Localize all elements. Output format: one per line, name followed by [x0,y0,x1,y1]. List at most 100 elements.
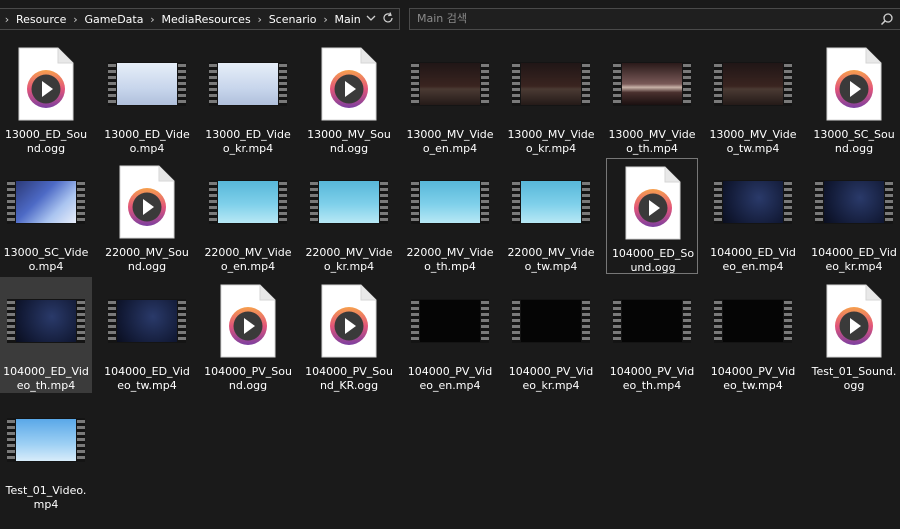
file-item[interactable]: 104000_ED_Video_tw.mp4 [101,277,193,393]
file-item[interactable]: 104000_ED_Video_en.mp4 [707,158,799,274]
audio-file-icon [220,284,276,358]
file-thumbnail [303,164,395,240]
file-name: 104000_PV_Sound_KR.ogg [305,365,393,392]
file-grid: 13000_ED_Sound.ogg 13000_ED_Video.mp4 1300… [0,40,900,529]
file-name: 104000_PV_Video_kr.mp4 [508,365,594,392]
file-thumbnail [0,402,92,478]
file-icon [808,46,900,122]
file-thumbnail [404,164,496,240]
file-name: 104000_PV_Sound.ogg [204,365,292,392]
file-thumbnail [606,283,698,359]
file-name: 13000_ED_Sound.ogg [4,128,88,155]
breadcrumb-chevron-icon[interactable]: › [253,13,267,26]
file-item[interactable]: 13000_SC_Sound.ogg [808,40,900,156]
file-item[interactable]: 22000_MV_Video_th.mp4 [404,158,496,274]
file-item[interactable]: 104000_PV_Video_tw.mp4 [707,277,799,393]
audio-file-icon [321,47,377,121]
refresh-icon[interactable] [381,11,395,28]
file-thumbnail [707,46,799,122]
file-item[interactable]: 13000_ED_Video.mp4 [101,40,193,156]
video-thumbnail [411,62,489,106]
file-name: 22000_MV_Sound.ogg [105,246,189,273]
breadcrumb-gamedata[interactable]: GameData [82,13,145,26]
file-item[interactable]: 13000_MV_Video_th.mp4 [606,40,698,156]
video-thumbnail [209,180,287,224]
file-name: 13000_MV_Video_tw.mp4 [709,128,797,155]
video-thumbnail [512,62,590,106]
file-item[interactable]: 22000_MV_Video_kr.mp4 [303,158,395,274]
file-item[interactable]: 13000_MV_Video_en.mp4 [404,40,496,156]
file-name: Test_01_Video.mp4 [5,484,87,511]
file-thumbnail [404,46,496,122]
file-thumbnail [202,46,294,122]
file-item[interactable]: 13000_ED_Video_kr.mp4 [202,40,294,156]
file-name: 13000_MV_Sound.ogg [307,128,391,155]
file-thumbnail [101,283,193,359]
file-item[interactable]: 13000_MV_Video_tw.mp4 [707,40,799,156]
audio-file-icon [826,284,882,358]
file-name: 13000_SC_Video.mp4 [3,246,89,273]
toolbar: › Resource › GameData › MediaResources ›… [0,0,900,38]
file-icon [101,164,193,240]
file-item[interactable]: 13000_MV_Sound.ogg [303,40,395,156]
file-item[interactable]: 104000_ED_Video_th.mp4 [0,277,92,393]
file-item[interactable]: 104000_PV_Video_kr.mp4 [505,277,597,393]
file-name: 104000_PV_Video_th.mp4 [609,365,695,392]
file-item[interactable]: Test_01_Video.mp4 [0,396,92,512]
breadcrumb-main[interactable]: Main [333,13,363,26]
breadcrumb-chevron-icon[interactable]: › [0,13,14,26]
video-thumbnail [714,299,792,343]
file-item[interactable]: 104000_PV_Video_en.mp4 [404,277,496,393]
video-thumbnail [108,62,186,106]
video-thumbnail [613,62,691,106]
breadcrumb-resource[interactable]: Resource [14,13,68,26]
file-name: 22000_MV_Video_en.mp4 [204,246,292,273]
file-name: 104000_ED_Video_en.mp4 [710,246,796,273]
file-name: 104000_ED_Video_tw.mp4 [104,365,190,392]
file-name: 104000_ED_Video_th.mp4 [3,365,89,392]
file-item[interactable]: 104000_ED_Video_kr.mp4 [808,158,900,274]
video-thumbnail [815,180,893,224]
breadcrumb-chevron-icon[interactable]: › [319,13,333,26]
file-item[interactable]: 13000_MV_Video_kr.mp4 [505,40,597,156]
search-input[interactable]: Main 검색 [409,8,900,30]
file-thumbnail [0,164,92,240]
breadcrumb-chevron-icon[interactable]: › [145,13,159,26]
file-item[interactable]: 104000_ED_Sound.ogg [606,158,698,274]
file-thumbnail [606,46,698,122]
file-name: 13000_ED_Video.mp4 [104,128,190,155]
audio-file-icon [119,165,175,239]
file-item[interactable]: Test_01_Sound.ogg [808,277,900,393]
history-dropdown-icon[interactable] [365,12,377,27]
breadcrumb-chevron-icon[interactable]: › [68,13,82,26]
breadcrumb-scenario[interactable]: Scenario [267,13,319,26]
file-item[interactable]: 22000_MV_Video_en.mp4 [202,158,294,274]
file-icon [202,283,294,359]
search-icon[interactable] [880,12,894,33]
file-thumbnail [404,283,496,359]
breadcrumb-mediaresources[interactable]: MediaResources [159,13,252,26]
file-name: 13000_MV_Video_kr.mp4 [507,128,595,155]
file-item[interactable]: 104000_PV_Video_th.mp4 [606,277,698,393]
file-item[interactable]: 104000_PV_Sound.ogg [202,277,294,393]
file-thumbnail [505,283,597,359]
file-item[interactable]: 22000_MV_Video_tw.mp4 [505,158,597,274]
address-bar[interactable]: › Resource › GameData › MediaResources ›… [0,8,400,30]
file-thumbnail [0,283,92,359]
audio-file-icon [321,284,377,358]
file-item[interactable]: 104000_PV_Sound_KR.ogg [303,277,395,393]
file-icon [303,46,395,122]
file-item[interactable]: 13000_SC_Video.mp4 [0,158,92,274]
file-name: 13000_MV_Video_en.mp4 [406,128,494,155]
video-thumbnail [108,299,186,343]
search-placeholder: Main 검색 [417,12,467,25]
video-thumbnail [714,62,792,106]
file-thumbnail [202,164,294,240]
file-item[interactable]: 13000_ED_Sound.ogg [0,40,92,156]
file-name: 22000_MV_Video_tw.mp4 [507,246,595,273]
file-icon [303,283,395,359]
file-icon [607,165,699,241]
audio-file-icon [826,47,882,121]
file-item[interactable]: 22000_MV_Sound.ogg [101,158,193,274]
video-thumbnail [7,418,85,462]
